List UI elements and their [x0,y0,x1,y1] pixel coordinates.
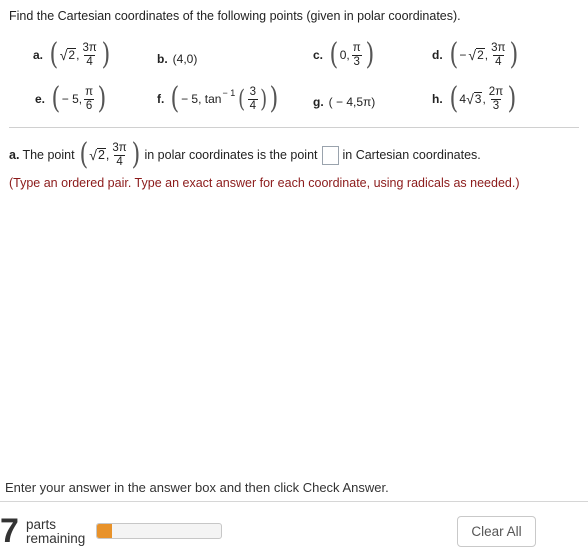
instruction-text: Enter your answer in the answer box and … [5,480,389,495]
point-h-label: h. [432,92,443,106]
radical: √ 2 [468,47,485,63]
parts-remaining-label: parts remaining [26,517,86,546]
part-a-label: a. [9,148,20,162]
point-e-label: e. [35,92,46,106]
answer-input[interactable] [321,145,339,165]
radical: √ 2 [89,147,106,163]
fraction: 3π 4 [491,41,506,68]
point-b-label: b. [157,52,168,66]
radical: √ 2 [59,47,77,63]
answer-hint: (Type an ordered pair. Type an exact ans… [9,176,520,190]
point-g-label: g. [313,95,324,109]
point-b: b. (4,0) [157,52,197,66]
point-d-label: d. [432,48,443,62]
fraction: 2π 3 [488,85,504,112]
clear-all-button[interactable]: Clear All [457,516,536,547]
radical: √ 3 [466,91,483,107]
parts-remaining-count: 7 [0,512,19,550]
point-c: c. ( 0, π3 ) [313,37,374,72]
fraction: 34 [247,85,258,112]
point-a: a. ( √ 2, 3π 4 ) [33,37,111,72]
fraction: 3π 4 [82,41,97,68]
point-f: f. ( − 5, tan − 1 ( 34 ) ) [157,81,279,116]
point-h: h. ( 4 √ 3, 2π 3 ) [432,81,517,116]
point-a-label: a. [33,48,44,62]
question-text: Find the Cartesian coordinates of the fo… [9,9,461,23]
point-b-value: (4,0) [172,52,198,66]
point-d: d. ( − √ 2, 3π 4 ) [432,37,519,72]
progress-bar [96,523,222,539]
footer-divider [0,501,588,502]
section-divider [9,127,579,128]
part-a-prompt: a. The point ( √ 2, 3π 4 ) in polar coordi… [9,137,481,172]
fraction: π3 [351,41,362,68]
fraction: π6 [83,85,95,112]
point-e: e. ( − 5, π6 ) [35,81,107,116]
point-g-value: ( − 4,5π) [328,95,376,109]
point-g: g. ( − 4,5π) [313,95,375,109]
fraction: 3π 4 [112,141,127,168]
progress-fill [97,524,112,538]
point-f-label: f. [157,92,165,106]
point-c-label: c. [313,48,324,62]
